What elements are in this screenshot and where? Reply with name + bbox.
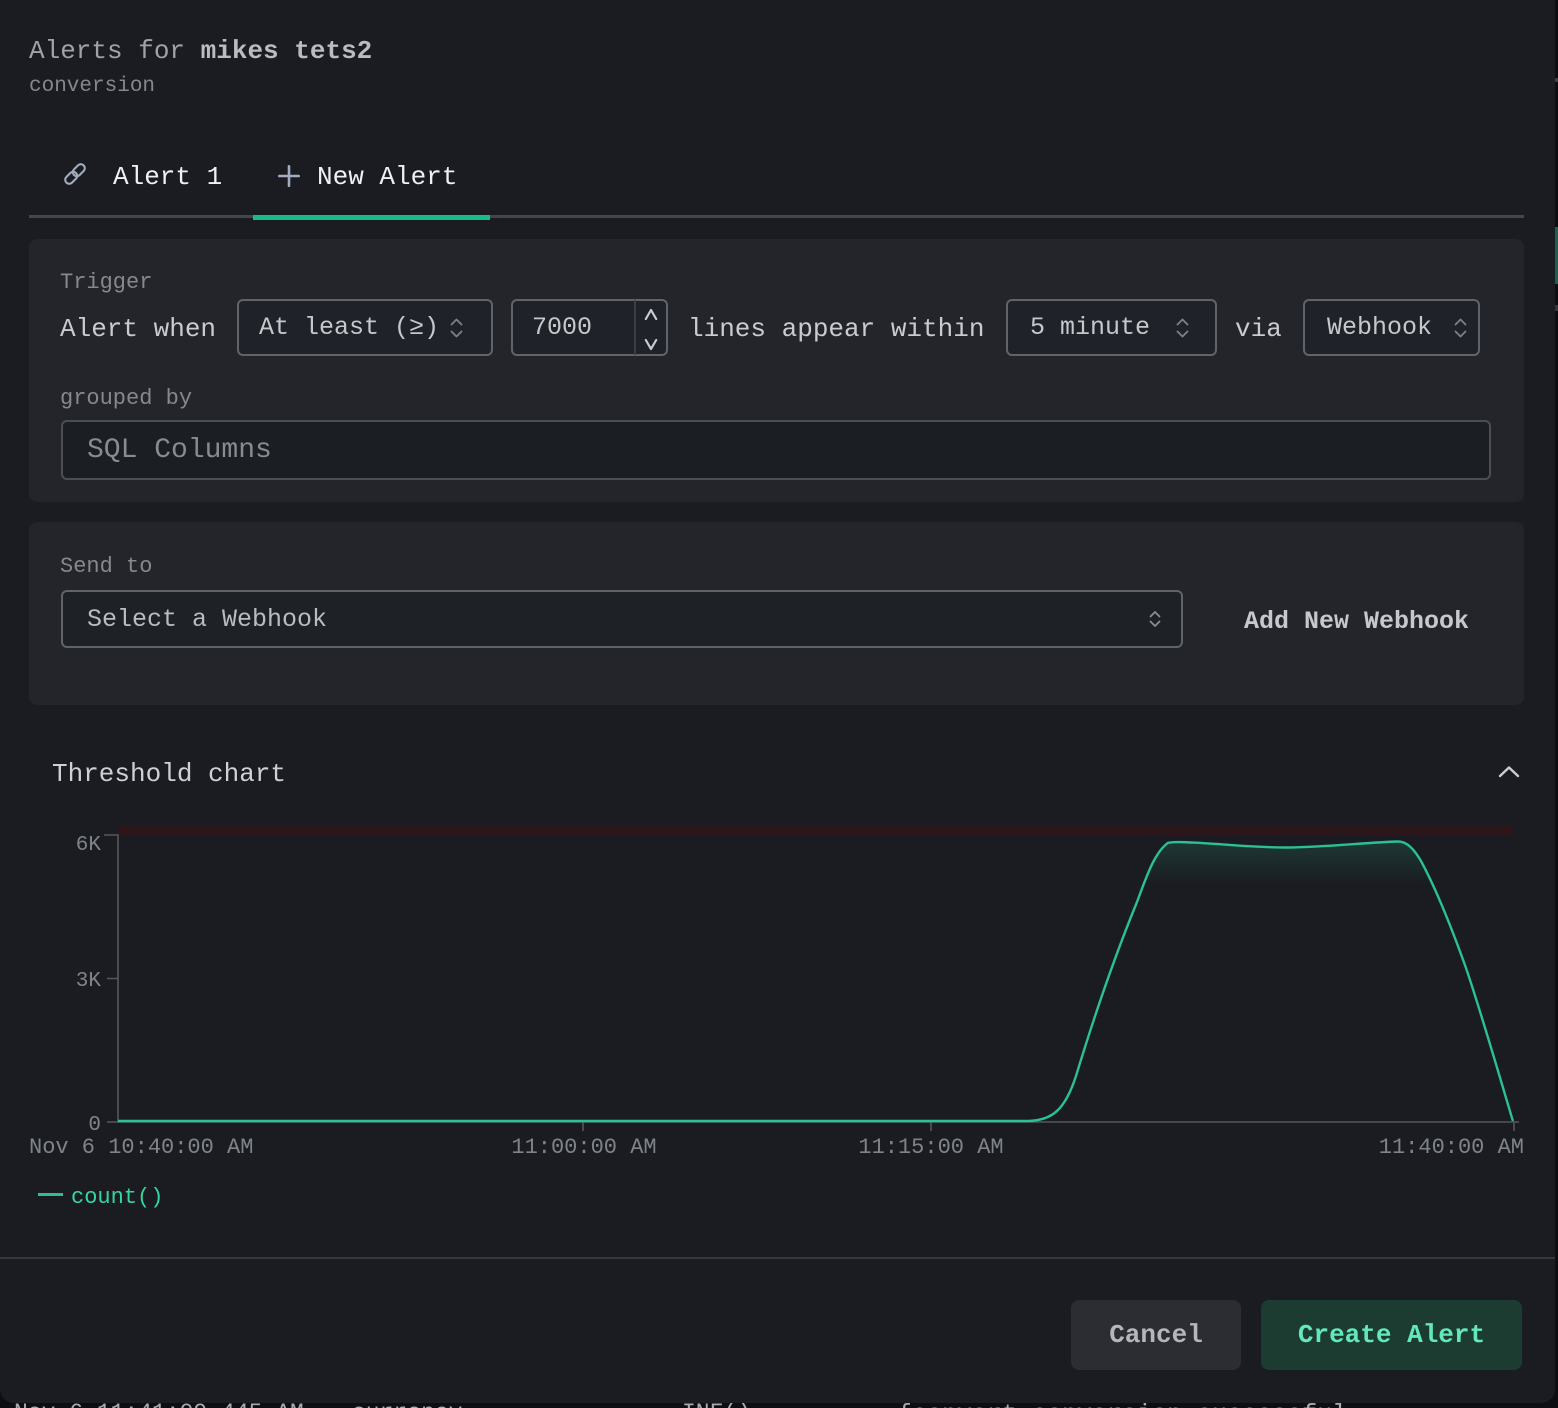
- svg-text:6K: 6K: [76, 834, 102, 857]
- svg-text:Nov 6 10:40:00 AM: Nov 6 10:40:00 AM: [29, 1135, 253, 1160]
- svg-text:11:00:00 AM: 11:00:00 AM: [511, 1135, 656, 1160]
- svg-text:11:40:00 AM: 11:40:00 AM: [1379, 1135, 1524, 1160]
- svg-text:0: 0: [88, 1114, 101, 1137]
- svg-text:11:15:00 AM: 11:15:00 AM: [858, 1135, 1003, 1160]
- svg-text:count(): count(): [71, 1185, 163, 1210]
- svg-text:3K: 3K: [76, 970, 102, 993]
